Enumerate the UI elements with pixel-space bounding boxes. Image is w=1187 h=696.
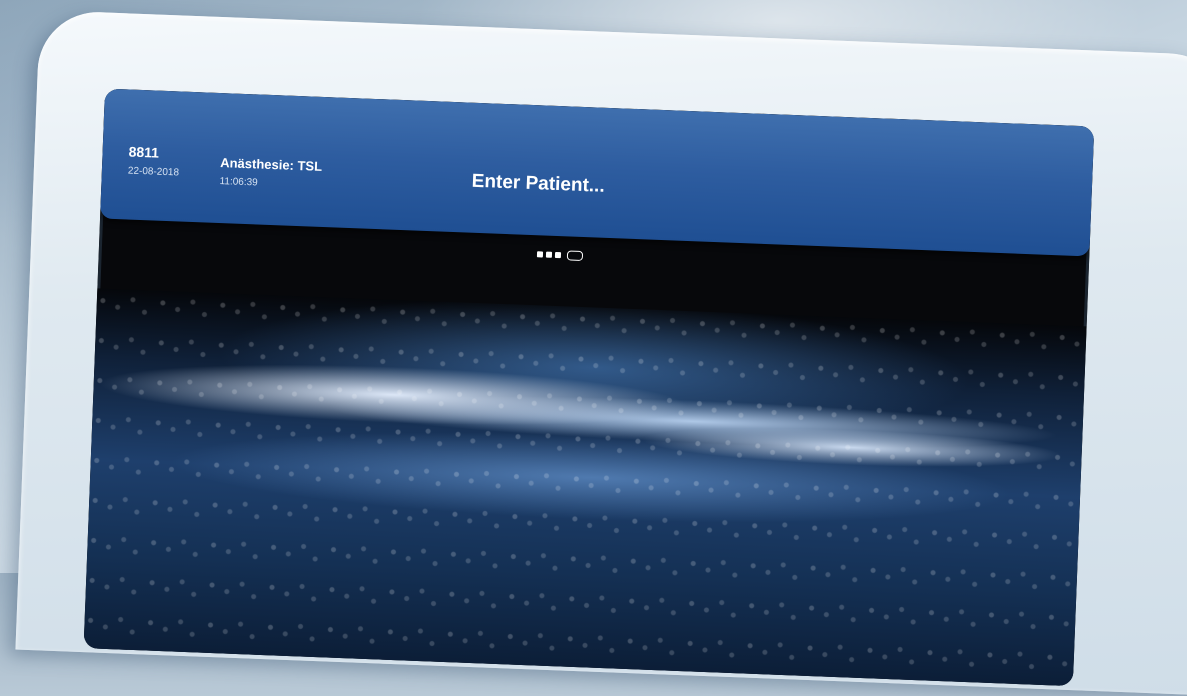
- page-dot-1[interactable]: [536, 251, 544, 258]
- device-screen: 8811 22-08-2018 Anästhesie: TSL 11:06:39…: [83, 88, 1095, 687]
- exam-time: 11:06:39: [219, 176, 258, 189]
- ultrasound-device-frame: 8811 22-08-2018 Anästhesie: TSL 11:06:39…: [15, 10, 1187, 696]
- patient-id: 8811: [128, 143, 160, 161]
- page-indicator[interactable]: [536, 249, 584, 262]
- exam-date: 22-08-2018: [127, 165, 180, 179]
- ultrasound-image: [83, 288, 1087, 687]
- header-bar: 8811 22-08-2018 Anästhesie: TSL 11:06:39…: [100, 88, 1095, 262]
- page-dot-2[interactable]: [545, 251, 553, 258]
- page-dot-3[interactable]: [554, 251, 562, 259]
- procedure-label: Anästhesie: TSL: [219, 155, 323, 174]
- patient-id-block: 8811 22-08-2018: [128, 144, 180, 179]
- procedure-block: Anästhesie: TSL 11:06:39: [219, 155, 322, 191]
- enter-patient-button[interactable]: Enter Patient...: [471, 171, 605, 198]
- page-dot-current[interactable]: [566, 250, 584, 262]
